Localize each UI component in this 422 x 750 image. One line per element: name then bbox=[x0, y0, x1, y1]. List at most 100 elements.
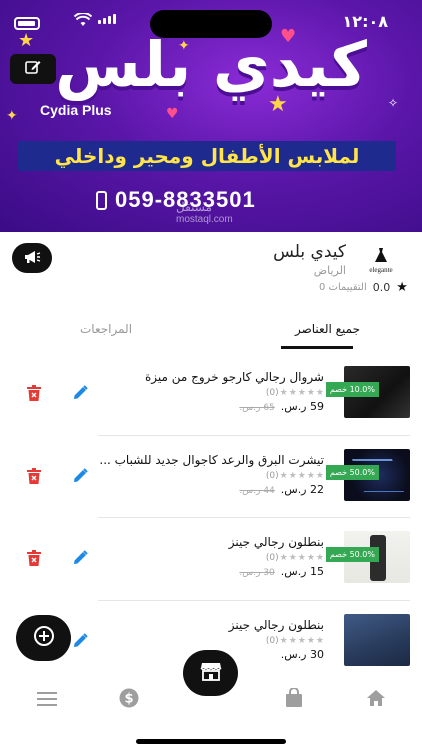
megaphone-icon bbox=[23, 249, 41, 268]
star-icon: ★ bbox=[315, 388, 324, 398]
announcement-button[interactable] bbox=[12, 243, 52, 273]
svg-text:$: $ bbox=[124, 692, 133, 707]
nav-home[interactable] bbox=[364, 688, 388, 712]
star-icon: ★ bbox=[297, 636, 306, 646]
banner-tagline: لملابس الأطفال ومحير وداخلي bbox=[18, 141, 396, 171]
nav-orders[interactable] bbox=[282, 687, 306, 712]
store-logo-text: elegante bbox=[369, 265, 393, 274]
phone-icon bbox=[96, 190, 107, 210]
product-row[interactable]: 50.0% خصم بنطلون رجالي جينز ★ ★ ★ ★ ★ (0) 15… bbox=[0, 531, 422, 614]
star-icon: ★ bbox=[288, 388, 297, 398]
tab-reviews[interactable]: المراجعات bbox=[80, 322, 132, 336]
star-icon: ★ bbox=[297, 553, 306, 563]
discount-badge: 10.0% خصم bbox=[325, 382, 379, 397]
star-icon: ★ bbox=[279, 553, 288, 563]
star-icon: ★ bbox=[288, 553, 297, 563]
plus-circle-icon bbox=[33, 625, 55, 651]
product-rating: ★ ★ ★ ★ ★ (0) bbox=[263, 388, 324, 398]
current-price: 15 ر.س. bbox=[280, 565, 324, 578]
star-icon: ★ bbox=[315, 636, 324, 646]
add-product-button[interactable] bbox=[16, 615, 71, 661]
star-icon: ★ bbox=[297, 388, 306, 398]
banner-brand-subtitle: Cydia Plus bbox=[40, 102, 112, 118]
rating-count: (0) bbox=[265, 471, 279, 481]
star-icon: ★ bbox=[279, 388, 288, 398]
current-price: 59 ر.س. bbox=[280, 400, 324, 413]
divider bbox=[98, 600, 410, 601]
trash-icon[interactable] bbox=[26, 468, 42, 489]
home-indicator bbox=[136, 739, 286, 744]
product-row[interactable]: 10.0% خصم شروال رجالي كارجو خروج من ميزة… bbox=[0, 366, 422, 449]
store-rating: 0 التقييمات 0.0 ★ bbox=[319, 280, 408, 295]
watermark: مستقل mostaql.com bbox=[176, 200, 233, 225]
store-logo: elegante bbox=[358, 242, 404, 278]
edit-icon bbox=[24, 58, 42, 80]
star-icon: ★ bbox=[315, 553, 324, 563]
sparkle-decoration-icon: ✦ bbox=[6, 108, 18, 124]
product-name: شروال رجالي كارجو خروج من ميزة bbox=[144, 370, 324, 384]
nav-menu[interactable] bbox=[35, 688, 59, 712]
pencil-icon[interactable] bbox=[71, 549, 89, 571]
star-icon: ★ bbox=[306, 553, 315, 563]
trash-icon[interactable] bbox=[26, 550, 42, 571]
active-tab-indicator bbox=[281, 346, 353, 349]
menu-icon bbox=[37, 691, 57, 710]
star-icon: ★ bbox=[396, 280, 408, 295]
ratings-count-label: 0 التقييمات bbox=[319, 282, 367, 293]
star-icon: ★ bbox=[288, 471, 297, 481]
store-city: الرياض bbox=[313, 264, 346, 277]
current-price: 22 ر.س. bbox=[280, 483, 324, 496]
product-price: 15 ر.س. 30 ر.س. bbox=[239, 565, 324, 578]
divider bbox=[98, 517, 410, 518]
edit-banner-button[interactable] bbox=[10, 54, 56, 84]
store-name: كيدي بلس bbox=[273, 242, 346, 262]
bag-icon bbox=[285, 687, 303, 712]
product-rating: ★ ★ ★ ★ ★ (0) bbox=[263, 636, 324, 646]
dollar-icon: $ bbox=[119, 688, 139, 712]
banner-brand-title: كيدي بلس bbox=[55, 28, 367, 101]
rating-count: (0) bbox=[265, 636, 279, 646]
star-icon: ★ bbox=[279, 636, 288, 646]
signal-icon bbox=[98, 14, 116, 24]
current-price: 30 ر.س. bbox=[280, 648, 324, 661]
divider bbox=[98, 435, 410, 436]
pencil-icon[interactable] bbox=[71, 384, 89, 406]
rating-count: (0) bbox=[265, 388, 279, 398]
star-icon: ★ bbox=[306, 636, 315, 646]
original-price: 65 ر.س. bbox=[239, 403, 275, 413]
dress-logo-icon bbox=[374, 247, 388, 266]
watermark-url: mostaql.com bbox=[176, 214, 233, 225]
home-icon bbox=[366, 689, 386, 711]
star-icon: ★ bbox=[279, 471, 288, 481]
product-rating: ★ ★ ★ ★ ★ (0) bbox=[263, 471, 324, 481]
star-icon: ★ bbox=[306, 388, 315, 398]
heart-decoration-icon: ♥ bbox=[166, 106, 179, 122]
trash-icon[interactable] bbox=[26, 385, 42, 406]
product-row[interactable]: 50.0% خصم تيشرت البرق والرعد كاجوال جديد… bbox=[0, 449, 422, 532]
product-rating: ★ ★ ★ ★ ★ (0) bbox=[263, 553, 324, 563]
rating-value: 0.0 bbox=[372, 281, 391, 294]
nav-finance[interactable]: $ bbox=[117, 688, 141, 712]
tabs-bar: جميع العناصر المراجعات bbox=[0, 310, 422, 350]
rating-count: (0) bbox=[265, 553, 279, 563]
product-price: 22 ر.س. 44 ر.س. bbox=[239, 483, 324, 496]
product-image[interactable] bbox=[344, 614, 410, 666]
star-icon: ★ bbox=[288, 636, 297, 646]
pencil-icon[interactable] bbox=[71, 467, 89, 489]
star-icon: ★ bbox=[306, 471, 315, 481]
product-name: تيشرت البرق والرعد كاجوال جديد للشباب ..… bbox=[99, 453, 324, 467]
original-price: 44 ر.س. bbox=[239, 486, 275, 496]
watermark-text: مستقل bbox=[176, 200, 212, 214]
store-banner: ★ ★ ♥ ♥ ✦ ✧ ✦ ١٢:٠٨ كيدي بلس Cydia Plus … bbox=[0, 0, 422, 232]
product-price: 30 ر.س. bbox=[281, 648, 324, 661]
star-icon: ★ bbox=[297, 471, 306, 481]
discount-badge: 50.0% خصم bbox=[325, 547, 379, 562]
product-name: بنطلون رجالي جينز bbox=[228, 535, 324, 549]
discount-badge: 50.0% خصم bbox=[325, 465, 379, 480]
product-name: بنطلون رجالي جينز bbox=[228, 618, 324, 632]
tab-all-items[interactable]: جميع العناصر bbox=[295, 322, 360, 336]
product-price: 59 ر.س. 65 ر.س. bbox=[239, 400, 324, 413]
star-icon: ★ bbox=[315, 471, 324, 481]
bottom-navigation: $ bbox=[0, 680, 422, 720]
pencil-icon[interactable] bbox=[71, 632, 89, 654]
